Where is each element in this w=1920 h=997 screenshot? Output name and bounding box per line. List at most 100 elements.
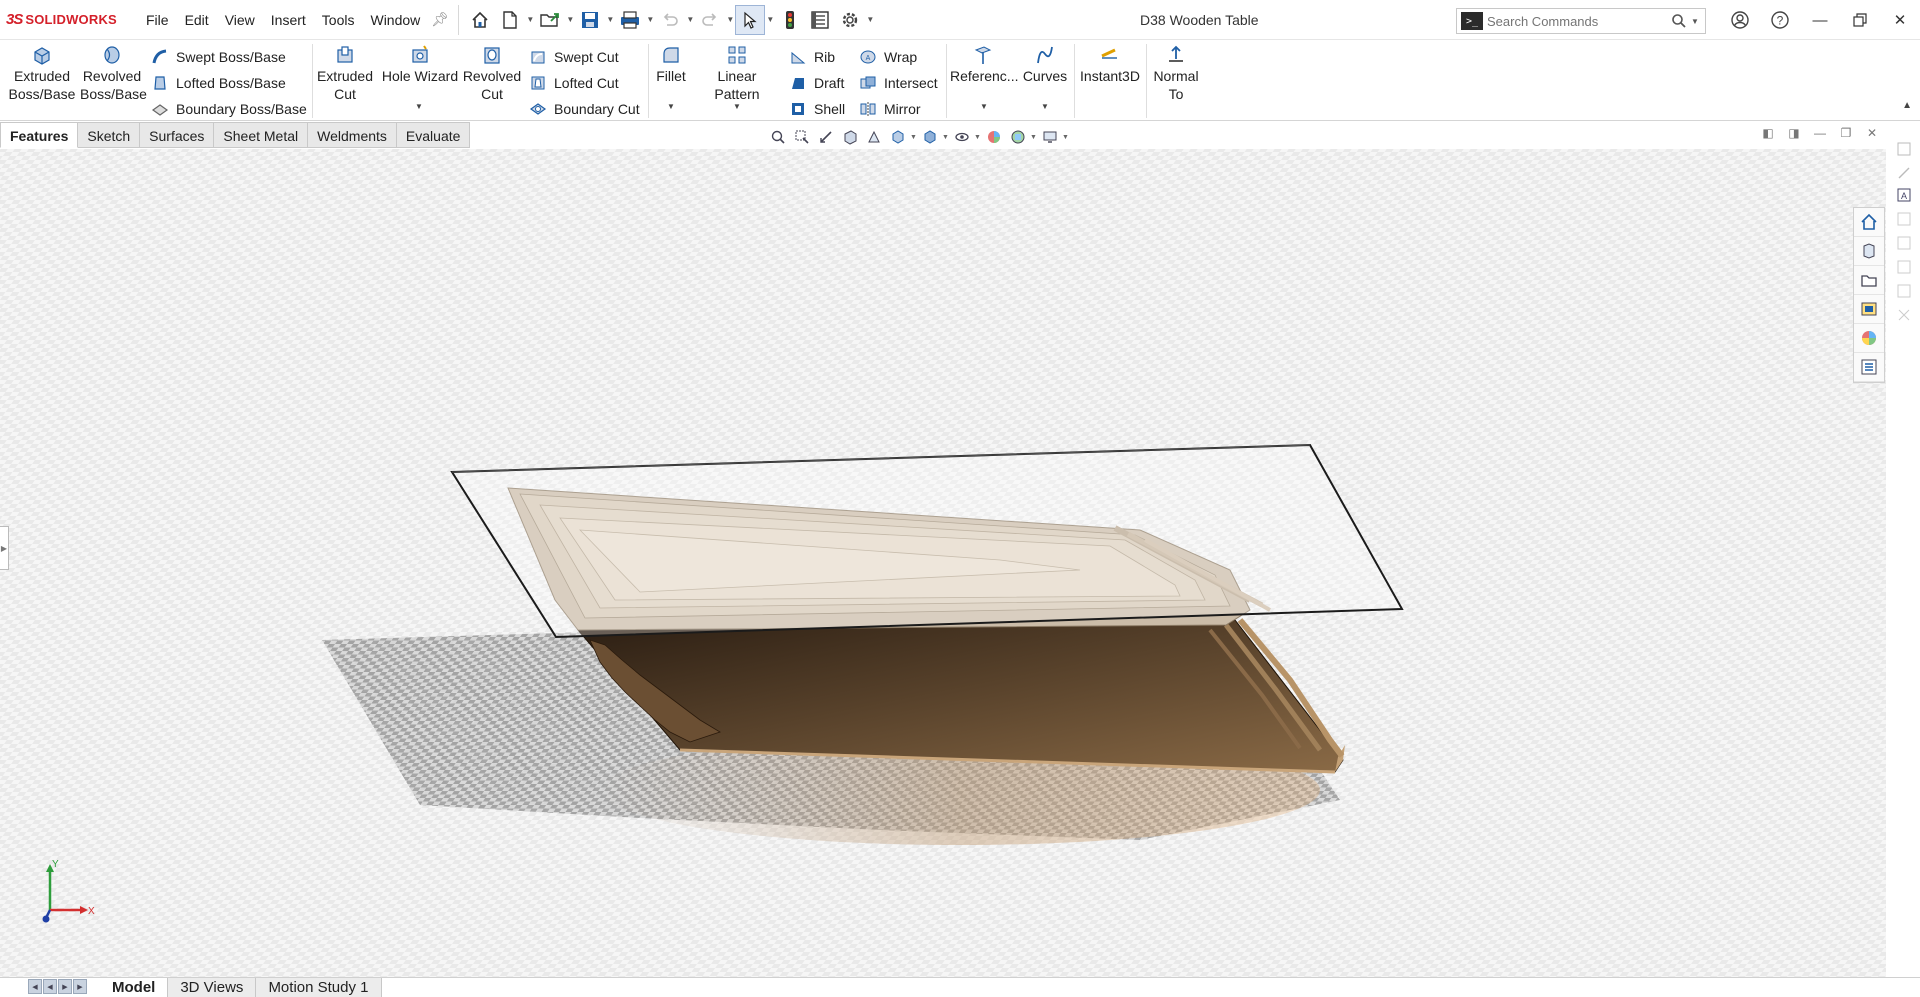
swept-boss-button[interactable]: Swept Boss/Base [150,45,286,69]
apply-scene-icon[interactable] [1006,126,1030,148]
chevron-down-icon[interactable]: ▼ [974,134,982,141]
menu-tools[interactable]: Tools [314,0,363,40]
file-properties-icon[interactable] [805,5,835,35]
help-icon[interactable]: ? [1760,0,1800,40]
curves-button[interactable]: Curves [1020,44,1070,85]
extruded-boss-button[interactable]: Extruded Boss/Base [8,44,76,103]
hide-show-items-icon[interactable] [950,126,974,148]
view-settings-icon[interactable] [1038,126,1062,148]
rebuild-icon[interactable] [775,5,805,35]
minimize-icon[interactable]: — [1800,0,1840,40]
draft-button[interactable]: Draft [788,71,844,95]
redo-icon[interactable] [695,5,725,35]
chevron-down-icon[interactable]: ▼ [865,15,875,24]
chevron-down-icon[interactable]: ▼ [725,15,735,24]
reference-geometry-button[interactable]: Referenc... [950,44,1018,85]
chevron-down-icon[interactable]: ▼ [910,134,918,141]
options-gear-icon[interactable] [835,5,865,35]
glass-table-top[interactable] [450,443,1404,639]
file-explorer-icon[interactable] [1854,266,1884,295]
view-palette-icon[interactable] [1854,295,1884,324]
tab-evaluate[interactable]: Evaluate [396,122,471,148]
menu-window[interactable]: Window [362,0,428,40]
search-icon[interactable] [1667,13,1691,29]
zoom-to-area-icon[interactable] [790,126,814,148]
lofted-boss-button[interactable]: Lofted Boss/Base [150,71,286,95]
close-icon[interactable]: ✕ [1864,126,1880,140]
section-view-icon[interactable] [838,126,862,148]
note-icon[interactable] [1895,234,1913,252]
select-pointer-icon[interactable] [735,4,766,35]
menu-edit[interactable]: Edit [177,0,217,40]
chevron-down-icon[interactable]: ▼ [415,102,423,111]
solidworks-resources-home-icon[interactable] [1854,208,1884,237]
pin-icon[interactable]: 📌︎ [428,11,452,28]
minimize-icon[interactable]: — [1812,126,1828,140]
tab-3d-views[interactable]: 3D Views [168,978,257,997]
restore-icon[interactable]: ❐ [1838,126,1854,140]
model-view[interactable] [0,149,1886,977]
menu-view[interactable]: View [217,0,263,40]
chevron-down-icon[interactable]: ▼ [942,134,950,141]
chevron-down-icon[interactable]: ▼ [565,15,575,24]
home-icon[interactable] [465,5,495,35]
lofted-cut-button[interactable]: Lofted Cut [528,71,619,95]
tab-motion-study-1[interactable]: Motion Study 1 [256,978,382,997]
chevron-down-icon[interactable]: ▼ [980,102,988,111]
solidworks-logo[interactable]: 3S SOLIDWORKS [0,0,138,40]
close-icon[interactable]: ✕ [1880,0,1920,40]
collapse-ribbon-icon[interactable]: ▲ [1902,100,1912,111]
tab-sketch[interactable]: Sketch [78,122,141,148]
next-tab-icon[interactable]: ▶ [58,979,72,994]
design-library-icon[interactable] [1854,237,1884,266]
save-icon[interactable] [575,5,605,35]
swept-cut-button[interactable]: Swept Cut [528,45,619,69]
chevron-down-icon[interactable]: ▼ [605,15,615,24]
text-icon[interactable]: A [1895,186,1913,204]
zoom-to-fit-icon[interactable] [766,126,790,148]
chevron-down-icon[interactable]: ▼ [765,15,775,24]
weld-icon[interactable] [1895,306,1913,324]
hole-wizard-button[interactable]: Hole Wizard [380,44,460,85]
custom-properties-icon[interactable] [1854,353,1884,382]
tab-surfaces[interactable]: Surfaces [140,122,215,148]
normal-to-button[interactable]: Normal To [1150,44,1202,103]
table-base-lower-stack[interactable] [576,618,1345,774]
linear-pattern-button[interactable]: Linear Pattern [694,44,780,103]
restore-icon[interactable] [1840,0,1880,40]
smart-dimension-icon[interactable] [1895,210,1913,228]
undo-icon[interactable] [655,5,685,35]
chevron-down-icon[interactable]: ▼ [1691,17,1705,26]
search-input[interactable] [1487,13,1667,29]
boundary-boss-button[interactable]: Boundary Boss/Base [150,97,307,121]
tab-model[interactable]: Model [100,978,169,997]
split-right-icon[interactable]: ◨ [1786,126,1802,140]
print-icon[interactable] [615,5,645,35]
sketch-icon[interactable] [1895,164,1913,182]
last-tab-icon[interactable]: ▶ [73,979,87,994]
previous-view-icon[interactable] [814,126,838,148]
block-icon[interactable] [1895,258,1913,276]
previous-tab-icon[interactable]: ◀ [43,979,57,994]
surface-finish-icon[interactable] [1895,282,1913,300]
intersect-button[interactable]: Intersect [858,71,938,95]
chevron-down-icon[interactable]: ▼ [645,15,655,24]
menu-insert[interactable]: Insert [263,0,314,40]
tab-weldments[interactable]: Weldments [308,122,397,148]
feature-manager-handle[interactable]: ▶ [0,526,9,570]
chevron-down-icon[interactable]: ▼ [525,15,535,24]
chevron-down-icon[interactable]: ▼ [685,15,695,24]
annotation-icon[interactable] [1895,140,1913,158]
shell-button[interactable]: Shell [788,97,845,121]
chevron-down-icon[interactable]: ▼ [733,102,741,111]
tab-features[interactable]: Features [0,122,79,148]
revolved-boss-button[interactable]: Revolved Boss/Base [80,44,147,103]
dynamic-annotation-icon[interactable] [862,126,886,148]
new-document-icon[interactable] [495,5,525,35]
revolved-cut-button[interactable]: Revolved Cut [462,44,522,103]
instant3d-button[interactable]: Instant3D [1078,44,1142,85]
rib-button[interactable]: Rib [788,45,835,69]
chevron-down-icon[interactable]: ▼ [1062,134,1070,141]
mirror-button[interactable]: Mirror [858,97,921,121]
chevron-down-icon[interactable]: ▼ [667,102,675,111]
